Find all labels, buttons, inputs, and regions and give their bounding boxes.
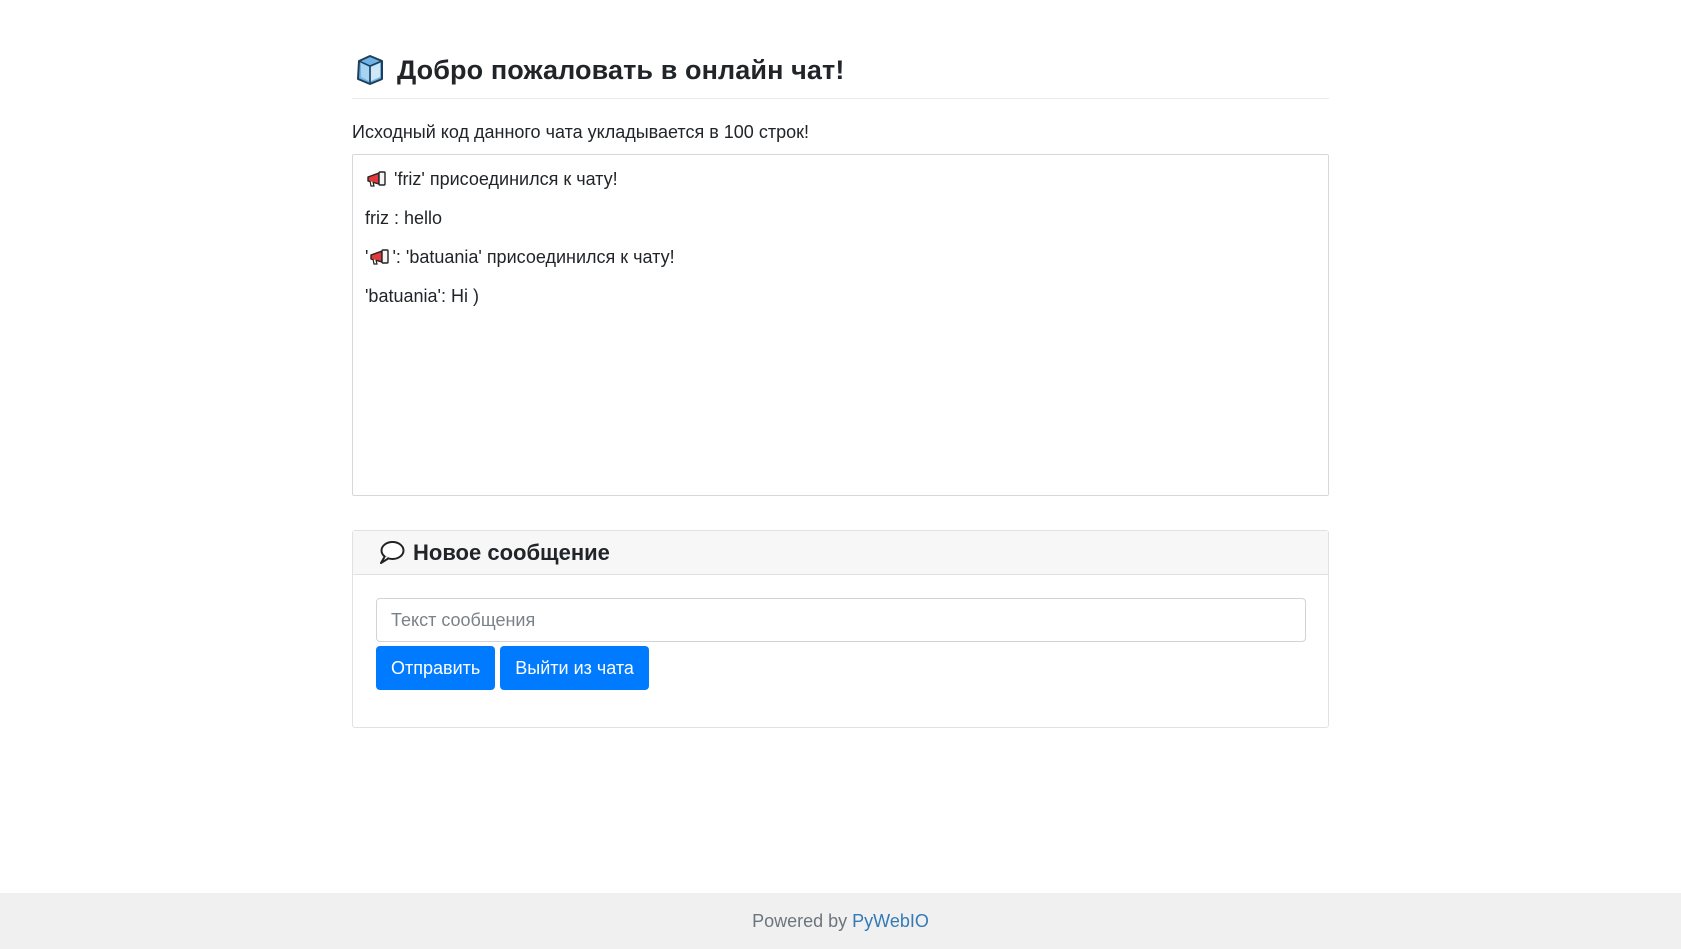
new-message-card: Новое сообщение Отправить Выйти из чата xyxy=(352,530,1329,728)
footer-powered-by: Powered by xyxy=(752,910,848,931)
leave-chat-button[interactable]: Выйти из чата xyxy=(500,646,649,690)
chat-message: ' ': 'batuania' присоединился к чату! xyxy=(365,243,1316,271)
speech-bubble-icon xyxy=(380,541,405,564)
new-message-title: Новое сообщение xyxy=(413,539,610,565)
page: Добро пожаловать в онлайн чат! Исходный … xyxy=(0,0,1681,949)
chat-message-text: 'batuania': Hi ) xyxy=(365,286,479,306)
footer: Powered by PyWebIO xyxy=(0,893,1681,949)
ice-cube-icon xyxy=(357,55,383,85)
megaphone-icon xyxy=(370,249,390,265)
main-container: Добро пожаловать в онлайн чат! Исходный … xyxy=(352,48,1329,728)
chat-message: 'friz' присоединился к чату! xyxy=(365,165,1316,193)
new-message-body: Отправить Выйти из чата xyxy=(353,575,1328,690)
action-buttons: Отправить Выйти из чата xyxy=(376,646,1305,690)
chat-message-text: friz : hello xyxy=(365,208,443,228)
chat-message: 'batuania': Hi ) xyxy=(365,282,1316,310)
page-subtitle: Исходный код данного чата укладывается в… xyxy=(352,122,809,142)
chat-message: friz : hello xyxy=(365,204,1316,232)
new-message-header: Новое сообщение xyxy=(353,531,1328,575)
page-header: Добро пожаловать в онлайн чат! xyxy=(352,48,1329,99)
megaphone-icon xyxy=(367,171,386,187)
chat-message-text: ': 'batuania' присоединился к чату! xyxy=(392,247,675,267)
pywebio-link[interactable]: PyWebIO xyxy=(852,911,929,932)
chat-message-text: 'friz' присоединился к чату! xyxy=(389,169,618,189)
message-input[interactable] xyxy=(376,598,1306,642)
send-button[interactable]: Отправить xyxy=(376,646,496,690)
chat-log[interactable]: 'friz' присоединился к чату! friz : hell… xyxy=(352,154,1329,496)
page-title: Добро пожаловать в онлайн чат! xyxy=(397,54,845,85)
